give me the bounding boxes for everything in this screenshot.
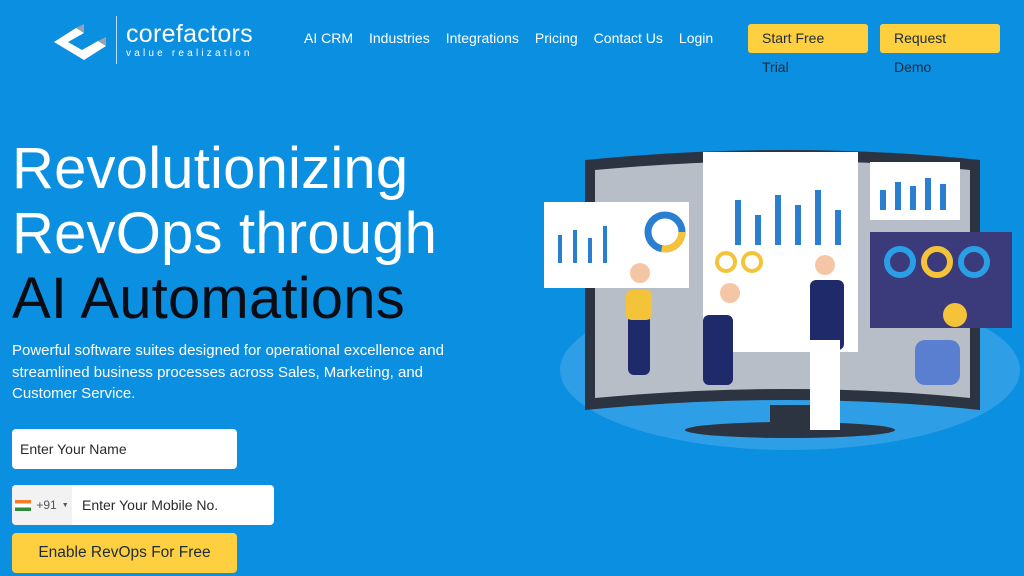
enable-revops-button[interactable]: Enable RevOps For Free <box>12 533 237 573</box>
hero-title-line2: RevOps through <box>12 201 438 266</box>
nav-ai-crm[interactable]: AI CRM <box>304 24 353 52</box>
request-demo-button[interactable]: Request Demo <box>880 24 1000 75</box>
logo-divider <box>116 16 117 64</box>
name-input[interactable]: Enter Your Name <box>12 429 237 469</box>
start-free-trial-button[interactable]: Start Free Trial <box>748 24 868 75</box>
mobile-field: +91 ▼ Enter Your Mobile No. <box>12 485 274 525</box>
hero-illustration <box>544 150 1020 450</box>
main-nav: AI CRM Industries Integrations Pricing C… <box>304 24 729 52</box>
brand-name: corefactors <box>126 19 253 48</box>
nav-contact-us[interactable]: Contact Us <box>594 24 663 52</box>
caret-down-icon: ▼ <box>61 501 69 509</box>
hero-title-line1: Revolutionizing <box>12 136 409 201</box>
logo[interactable]: corefactors value realization <box>54 16 253 64</box>
hero-subtitle: Powerful software suites designed for op… <box>12 342 444 402</box>
india-flag-icon <box>15 499 32 511</box>
country-code: +91 <box>36 498 57 512</box>
nav-industries[interactable]: Industries <box>369 24 430 52</box>
nav-integrations[interactable]: Integrations <box>446 24 519 52</box>
country-code-select[interactable]: +91 ▼ <box>12 485 72 525</box>
brand-tagline: value realization <box>126 47 253 59</box>
nav-login[interactable]: Login <box>679 24 713 52</box>
corefactors-logo-icon <box>54 24 106 60</box>
hero-title-line3: AI Automations <box>12 266 405 331</box>
mobile-input[interactable]: Enter Your Mobile No. <box>72 497 218 513</box>
hero-title: Revolutionizing RevOps through AI Automa… <box>12 136 437 331</box>
nav-pricing[interactable]: Pricing <box>535 24 578 52</box>
